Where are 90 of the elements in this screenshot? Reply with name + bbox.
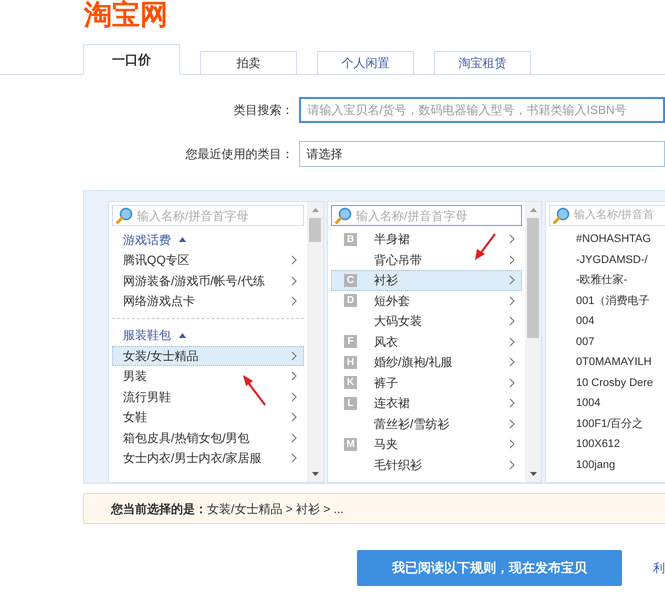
select-field[interactable]: 请选择 [299,141,665,167]
field-label: 您最近使用的类目： [184,146,294,163]
collapse-icon[interactable] [179,237,186,242]
category-item[interactable]: 女鞋 [112,407,304,428]
tab[interactable]: 拍卖 [200,51,297,74]
rules-link[interactable]: 利 [653,559,665,577]
scroll-thumb[interactable] [527,218,539,338]
chevron-right-icon [291,296,297,306]
chevron-right-icon [509,234,515,244]
category-item[interactable]: 流行男鞋 [112,386,304,407]
chevron-right-icon [291,412,297,422]
category-item[interactable]: 大码女装 [331,311,522,332]
tab[interactable]: 个人闲置 [317,51,414,74]
category-item[interactable]: 女装/女士精品 [112,346,304,366]
brand-item[interactable]: 100jang [576,456,616,473]
letter-badge: M [344,438,357,451]
category-item[interactable]: 背心吊带 [331,250,522,270]
brand-item[interactable]: 100X612 [576,436,620,452]
scroll-down-icon[interactable] [312,472,318,476]
search-icon [335,207,352,224]
category-item[interactable]: 箱包皮具/热销女包/男包 [112,428,304,448]
chevron-right-icon [291,276,297,286]
chevron-right-icon [509,439,515,450]
brand-item[interactable]: 1004 [576,395,600,412]
brand-item[interactable]: 100F1/百分之 [576,416,644,432]
chevron-right-icon [509,336,515,347]
scroll-up-icon[interactable] [530,208,536,212]
search-field[interactable]: 请输入宝贝名/货号，数码电器输入型号，书籍类输入ISBN号 [299,97,665,123]
brand-item[interactable]: 0T0MAMAYILH [576,354,652,370]
category-item[interactable]: M 马夹 [331,434,522,454]
category-item[interactable]: H 婚纱/旗袍/礼服 [331,352,522,372]
group-heading: 服装鞋包 [123,327,171,344]
brand-item[interactable]: 007 [576,334,594,350]
chevron-right-icon [291,392,297,402]
category-item[interactable]: 网络游戏点卡 [112,291,304,312]
brand-item[interactable]: #NOHASHTAG [576,231,651,248]
category-item[interactable]: D 短外套 [331,290,522,311]
chevron-right-icon [509,378,515,388]
category-item[interactable]: 男装 [112,366,304,386]
chevron-right-icon [509,275,515,286]
tab[interactable]: 淘宝租赁 [434,51,531,74]
chevron-right-icon [291,453,297,464]
brand-item[interactable]: 001（消费电子 [576,292,650,309]
category-item[interactable]: 毛针织衫 [331,454,522,475]
chevron-right-icon [509,316,515,326]
brand-item[interactable]: -JYGDAMSD-/ [576,252,648,268]
annotation-arrow-drawing [241,373,267,407]
collapse-icon[interactable] [179,332,186,338]
chevron-right-icon [291,255,297,266]
annotation-arrow-drawing [473,232,497,262]
brand-item[interactable]: 10 Crosby Dere [576,374,654,391]
chevron-right-icon [509,418,515,429]
chevron-right-icon [509,460,515,470]
category-item[interactable]: 网游装备/游戏币/帐号/代练 [112,270,304,291]
chevron-right-icon [509,357,515,368]
scrollbar[interactable] [307,202,323,482]
chevron-right-icon [291,432,297,443]
letter-badge: D [344,294,357,308]
category-item[interactable]: B 半身裙 [331,229,522,250]
scrollbar[interactable] [525,202,541,482]
selection-path: 女装/女士精品 > 衬衫 > ... [207,500,344,518]
search-icon [116,207,133,224]
scroll-up-icon[interactable] [312,208,318,212]
group-heading: 游戏话费 [123,232,171,248]
category-item[interactable]: K 裤子 [331,372,522,393]
scroll-down-icon[interactable] [530,472,536,476]
letter-badge: K [344,376,357,390]
search-icon [553,207,570,224]
chevron-right-icon [509,398,515,408]
field-label: 类目搜索： [232,102,294,119]
chevron-right-icon [509,296,515,306]
letter-badge: L [344,396,357,410]
scroll-thumb[interactable] [309,218,321,242]
letter-badge: F [344,335,357,348]
brand-item[interactable]: 004 [576,313,594,330]
letter-badge: B [344,232,357,246]
brand-item[interactable]: -欧雅仕家- [576,272,628,288]
tab[interactable]: 一口价 [83,44,180,75]
chevron-right-icon [291,371,297,382]
category-item[interactable]: C 衬衫 [331,270,522,290]
letter-badge: H [344,356,357,369]
letter-badge: C [344,274,357,287]
chevron-right-icon [291,350,297,361]
category-item[interactable]: 蕾丝衫/雪纺衫 [331,414,522,434]
selection-label: 您当前选择的是： [111,500,207,518]
category-item[interactable]: F 风衣 [331,332,522,352]
category-item[interactable]: 腾讯QQ专区 [112,250,304,270]
chevron-right-icon [509,254,515,265]
category-item[interactable]: 女士内衣/男士内衣/家居服 [112,448,304,468]
category-item[interactable]: L 连衣裙 [331,393,522,414]
